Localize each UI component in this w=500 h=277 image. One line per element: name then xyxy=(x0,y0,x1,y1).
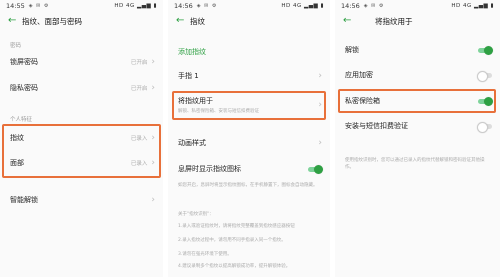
row-label: 手指 1 xyxy=(178,72,199,80)
notification-icons: ◈ ✉ ⚙ xyxy=(196,3,218,9)
status-signal: HD 4G ▂▄▆ ▮ xyxy=(114,3,157,9)
row-face[interactable]: 面部 已录入 › xyxy=(0,153,163,173)
row-private-safe[interactable]: 私密保险箱 xyxy=(335,91,500,111)
notification-icons: ◈ ✉ ⚙ xyxy=(363,3,385,9)
chevron-right-icon: › xyxy=(318,99,322,110)
status-time: 14:56 xyxy=(341,2,360,10)
about-line: 2.录入指纹过程中，请勿用不同手指录入同一个指纹。 xyxy=(178,238,286,243)
row-label: 解锁 xyxy=(345,46,359,54)
about-title: 关于"指纹识别"： xyxy=(178,212,214,217)
screen-off-note: 如您开启，息屏时将显示指纹图标，在手机静置下，图标会自动隐藏。 xyxy=(178,183,318,188)
back-arrow-icon[interactable]: ← xyxy=(8,16,22,26)
screen-fingerprint-face-password: 14:55 ◈ ✉ ⚙ HD 4G ▂▄▆ ▮ ← 指纹、面部与密码 密码 锁屏… xyxy=(0,0,163,277)
screen-use-fingerprint-for: 14:56 ◈ ✉ ⚙ HD 4G ▂▄▆ ▮ ← 将指纹用于 解锁 应用加密 … xyxy=(335,0,500,277)
page-title: 将指纹用于 xyxy=(375,16,413,26)
row-subtitle: 解锁、私密保险箱、安装与短信扣费验证 xyxy=(178,109,259,114)
row-finger-1[interactable]: 手指 1 › xyxy=(168,66,330,86)
section-label-biometric: 个人特征 xyxy=(10,117,33,123)
row-label: 动画样式 xyxy=(178,139,206,147)
row-label: 将指纹用于 xyxy=(178,97,213,105)
header: ← 指纹、面部与密码 xyxy=(0,12,163,30)
row-value: 已开启 xyxy=(130,86,148,92)
row-value: 已开启 xyxy=(130,60,148,66)
status-time: 14:56 xyxy=(174,2,193,10)
header: ← 指纹 xyxy=(168,12,330,30)
row-value: 已录入 xyxy=(130,161,148,167)
row-label: 锁屏密码 xyxy=(10,58,38,66)
about-line: 1.录入或验证指纹时，请将指纹完整覆盖到指纹感应器按钮 xyxy=(178,224,295,229)
about-line: 3.请勿在强光环境下使用。 xyxy=(178,252,232,257)
about-line: 4.建议录制多个指纹以提高解锁成功率，提升解锁体验。 xyxy=(178,264,291,269)
row-value: 已录入 xyxy=(130,136,148,142)
row-label: 指纹 xyxy=(10,134,24,142)
status-signal: HD 4G ▂▄▆ ▮ xyxy=(281,3,324,9)
page-title: 指纹 xyxy=(190,16,205,26)
back-arrow-icon[interactable]: ← xyxy=(343,16,357,26)
row-smart-unlock[interactable]: 智能解锁 › xyxy=(0,190,163,210)
row-text: 将指纹用于 解锁、私密保险箱、安装与短信扣费验证 xyxy=(178,96,259,114)
unlock-toggle[interactable] xyxy=(478,45,493,55)
row-unlock[interactable]: 解锁 xyxy=(335,40,500,60)
row-animation-style[interactable]: 动画样式 › xyxy=(168,133,330,153)
screen-off-icon-toggle[interactable] xyxy=(308,164,323,174)
row-privacy-password[interactable]: 隐私密码 已开启 › xyxy=(0,78,163,98)
chevron-right-icon: › xyxy=(151,56,155,67)
private-safe-toggle[interactable] xyxy=(478,96,493,106)
row-use-fingerprint-for[interactable]: 将指纹用于 解锁、私密保险箱、安装与短信扣费验证 › xyxy=(168,92,330,118)
status-time: 14:55 xyxy=(6,2,25,10)
row-label: 智能解锁 xyxy=(10,196,38,204)
chevron-right-icon: › xyxy=(318,70,322,81)
row-install-sms-verification[interactable]: 安装与短信扣费验证 xyxy=(335,116,500,136)
row-label: 安装与短信扣费验证 xyxy=(345,122,408,130)
row-fingerprint[interactable]: 指纹 已录入 › xyxy=(0,128,163,148)
row-screen-off-icon[interactable]: 息屏时显示指纹图标 xyxy=(168,159,330,179)
footer-note: 使用指纹识别时，您可以通过已录入的指纹代替解锁和密码验证其他操作。 xyxy=(345,158,485,170)
install-sms-verification-toggle[interactable] xyxy=(477,121,492,133)
row-lockscreen-password[interactable]: 锁屏密码 已开启 › xyxy=(0,52,163,72)
status-bar: 14:56 ◈ ✉ ⚙ HD 4G ▂▄▆ ▮ xyxy=(335,0,500,12)
row-label: 面部 xyxy=(10,159,24,167)
row-label: 隐私密码 xyxy=(10,84,38,92)
notification-icons: ◈ ✉ ⚙ xyxy=(28,3,50,9)
screen-fingerprint: 14:56 ◈ ✉ ⚙ HD 4G ▂▄▆ ▮ ← 指纹 添加指纹 手指 1 ›… xyxy=(168,0,330,277)
row-label: 息屏时显示指纹图标 xyxy=(178,165,241,173)
section-label-password: 密码 xyxy=(10,43,22,49)
app-encryption-toggle[interactable] xyxy=(477,70,492,82)
chevron-right-icon: › xyxy=(151,82,155,93)
chevron-right-icon: › xyxy=(151,157,155,168)
status-signal: HD 4G ▂▄▆ ▮ xyxy=(451,3,494,9)
row-label: 私密保险箱 xyxy=(345,97,380,105)
page-title: 指纹、面部与密码 xyxy=(22,16,82,26)
header: ← 将指纹用于 xyxy=(335,12,500,30)
back-arrow-icon[interactable]: ← xyxy=(176,16,190,26)
chevron-right-icon: › xyxy=(151,194,155,205)
status-bar: 14:56 ◈ ✉ ⚙ HD 4G ▂▄▆ ▮ xyxy=(168,0,330,12)
chevron-right-icon: › xyxy=(318,137,322,148)
add-fingerprint-link[interactable]: 添加指纹 xyxy=(178,47,206,57)
row-app-encryption[interactable]: 应用加密 xyxy=(335,65,500,85)
chevron-right-icon: › xyxy=(151,132,155,143)
status-bar: 14:55 ◈ ✉ ⚙ HD 4G ▂▄▆ ▮ xyxy=(0,0,163,12)
row-label: 应用加密 xyxy=(345,71,373,79)
